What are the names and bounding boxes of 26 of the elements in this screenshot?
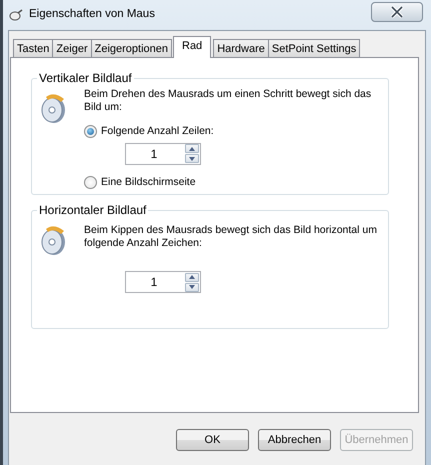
tab[interactable]: SetPoint Settings [268, 39, 360, 58]
mouse-icon [9, 9, 23, 21]
dialog-button[interactable]: OK [176, 429, 249, 451]
close-button[interactable] [371, 2, 423, 22]
up-arrow-icon [189, 275, 195, 279]
radio-label[interactable]: Eine Bildschirmseite [101, 174, 196, 190]
description-text: Beim Kippen des Mausrads bewegt sich das Bild horizontal um folgende Anzahl Zeichen: [84, 224, 378, 250]
dialog-button[interactable]: Abbrechen [258, 429, 331, 451]
spin-down-button[interactable] [185, 154, 199, 164]
radio-button[interactable] [84, 125, 97, 138]
group-title: Horizontaler Bildlauf [38, 203, 148, 217]
close-icon [390, 6, 404, 18]
down-arrow-icon [189, 156, 195, 161]
window-title: Eigenschaften von Maus [29, 7, 155, 22]
tab[interactable]: Zeiger [52, 39, 92, 58]
tab[interactable]: Zeigeroptionen [90, 39, 172, 58]
radio-label[interactable]: Folgende Anzahl Zeilen: [101, 124, 214, 140]
radio-button[interactable] [84, 176, 97, 190]
spin-up-button[interactable] [185, 144, 199, 154]
group-title: Vertikaler Bildlauf [38, 71, 133, 85]
tab[interactable]: Tasten [13, 39, 54, 58]
tab[interactable]: Rad [173, 36, 212, 58]
up-arrow-icon [189, 146, 195, 151]
tab[interactable]: Hardware [213, 39, 269, 58]
description-text: Beim Drehen des Mausrads um einen Schritt bewegt sich das Bild um: [84, 88, 372, 114]
down-arrow-icon [189, 285, 195, 289]
